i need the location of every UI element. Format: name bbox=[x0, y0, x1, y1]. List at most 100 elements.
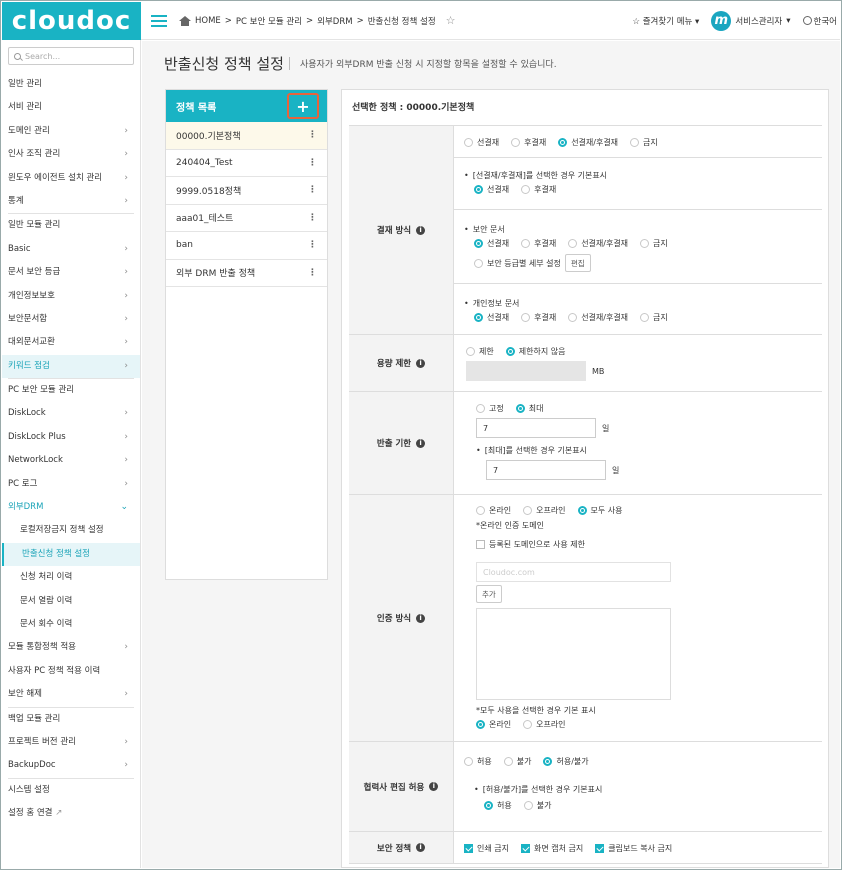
period-option[interactable]: 최대 bbox=[515, 403, 543, 414]
partner-option[interactable]: 불가 bbox=[503, 756, 531, 767]
secure-doc-option[interactable]: 후결재 bbox=[521, 238, 556, 249]
payment-default-option[interactable]: 선결재 bbox=[474, 184, 509, 195]
sidebar-item-doc-grade[interactable]: 문서 보안 등급 › bbox=[2, 261, 140, 284]
breadcrumb-pc-security[interactable]: PC 보안 모듈 관리 bbox=[236, 15, 302, 27]
sidebar-item-release[interactable]: 보안 해제 › bbox=[2, 683, 140, 706]
partner-default-option[interactable]: 불가 bbox=[523, 800, 551, 811]
more-icon[interactable]: ⋮ bbox=[308, 185, 317, 195]
privacy-doc-option[interactable]: 후결재 bbox=[521, 312, 556, 323]
sidebar-item-external-drm[interactable]: 외부DRM ⌄ bbox=[2, 496, 140, 519]
edit-button[interactable]: 편집 bbox=[564, 254, 591, 272]
info-icon[interactable]: i bbox=[416, 358, 426, 368]
favorite-star-icon[interactable]: ☆ bbox=[446, 14, 456, 27]
search-input[interactable]: Search... bbox=[8, 47, 134, 65]
sidebar-item-server[interactable]: 서비 관리 bbox=[2, 96, 140, 119]
partner-option[interactable]: 허용 bbox=[464, 756, 492, 767]
privacy-doc-option[interactable]: 선결재 bbox=[474, 312, 509, 323]
more-icon[interactable]: ⋮ bbox=[308, 158, 317, 168]
more-icon[interactable]: ⋮ bbox=[308, 240, 317, 250]
breadcrumb-external-drm[interactable]: 외부DRM bbox=[317, 15, 352, 27]
hamburger-menu-icon[interactable] bbox=[151, 14, 167, 27]
policy-item[interactable]: ban ⋮ bbox=[166, 232, 327, 260]
info-icon[interactable]: i bbox=[429, 782, 439, 791]
sidebar-item-agent[interactable]: 윈도우 에이전트 설치 관리 › bbox=[2, 167, 140, 190]
checkbox[interactable] bbox=[595, 843, 605, 853]
capture-block-option[interactable]: 화면 캡처 금지 bbox=[520, 843, 583, 854]
sidebar-subitem-local-save[interactable]: 로컬저장금지 정책 설정 bbox=[2, 519, 140, 542]
sidebar-item-basic[interactable]: Basic › bbox=[2, 238, 140, 261]
domain-check-row[interactable]: 등록된 도메인으로 사용 제한 bbox=[476, 537, 800, 551]
sidebar-item-disklock-plus[interactable]: DiskLock Plus › bbox=[2, 426, 140, 449]
period-input[interactable]: 7 bbox=[476, 418, 596, 438]
sidebar-item-org[interactable]: 인사 조직 관리 › bbox=[2, 143, 140, 166]
breadcrumb-home[interactable]: HOME bbox=[195, 16, 221, 26]
partner-default-option[interactable]: 허용 bbox=[484, 800, 512, 811]
sidebar-item-module-policy[interactable]: 모듈 통합정책 적용 › bbox=[2, 636, 140, 659]
policy-item[interactable]: 240404_Test ⋮ bbox=[166, 150, 327, 177]
home-icon[interactable] bbox=[179, 15, 191, 26]
capacity-option[interactable]: 제한하지 않음 bbox=[505, 346, 565, 357]
info-icon[interactable]: i bbox=[416, 438, 426, 448]
privacy-doc-option[interactable]: 금지 bbox=[640, 312, 668, 323]
domain-checkbox[interactable] bbox=[476, 539, 485, 549]
policy-item[interactable]: 외부 DRM 반출 정책 ⋮ bbox=[166, 260, 327, 287]
capacity-input[interactable] bbox=[466, 361, 586, 381]
info-icon[interactable]: i bbox=[416, 225, 426, 235]
domain-list[interactable] bbox=[476, 608, 671, 700]
sidebar-item-user-pc-history[interactable]: 사용자 PC 정책 적용 이력 bbox=[2, 660, 140, 683]
checkbox[interactable] bbox=[464, 843, 473, 853]
sidebar-subitem-view-history[interactable]: 문서 열람 이력 bbox=[2, 590, 140, 613]
payment-default-option[interactable]: 후결재 bbox=[521, 184, 556, 195]
sidebar-item-stats[interactable]: 통계 › bbox=[2, 190, 140, 213]
sidebar-subitem-recall-history[interactable]: 문서 회수 이력 bbox=[2, 613, 140, 636]
auth-default-option[interactable]: 오프라인 bbox=[523, 719, 566, 730]
sidebar-item-disklock[interactable]: DiskLock › bbox=[2, 402, 140, 425]
clipboard-block-option[interactable]: 클립보드 복사 금지 bbox=[595, 843, 672, 854]
sidebar-item-project-version[interactable]: 프로젝트 버전 관리 › bbox=[2, 731, 140, 754]
payment-option[interactable]: 금지 bbox=[630, 137, 658, 148]
payment-option[interactable]: 선결재/후결재 bbox=[558, 137, 618, 148]
sidebar-subitem-request-history[interactable]: 신청 처리 이력 bbox=[2, 566, 140, 589]
more-icon[interactable]: ⋮ bbox=[308, 268, 317, 278]
policy-item[interactable]: 00000.기본정책 ⋮ bbox=[166, 122, 327, 150]
policy-item[interactable]: aaa01_테스트 ⋮ bbox=[166, 205, 327, 232]
print-block-option[interactable]: 인쇄 금지 bbox=[464, 843, 509, 854]
secure-doc-option[interactable]: 금지 bbox=[640, 238, 668, 249]
add-domain-button[interactable]: 추가 bbox=[476, 585, 502, 603]
auth-option[interactable]: 온라인 bbox=[476, 505, 511, 516]
domain-input[interactable]: Cloudoc.com bbox=[476, 562, 671, 582]
period-option[interactable]: 고정 bbox=[476, 403, 504, 414]
sidebar-item-domain[interactable]: 도메인 관리 › bbox=[2, 120, 140, 143]
more-icon[interactable]: ⋮ bbox=[308, 213, 317, 223]
sidebar-item-networklock[interactable]: NetworkLock › bbox=[2, 449, 140, 472]
user-menu[interactable]: m 서비스관리자 ▾ bbox=[711, 10, 791, 31]
cloudoc-logo[interactable]: cloudoc bbox=[2, 2, 141, 40]
sidebar-item-settings-home[interactable]: 설정 홈 연결 ↗ bbox=[2, 802, 140, 825]
payment-option[interactable]: 선결재 bbox=[464, 137, 499, 148]
secure-doc-option[interactable]: 선결재 bbox=[474, 238, 509, 249]
secure-doc-option[interactable]: 선결재/후결재 bbox=[568, 238, 628, 249]
sidebar-item-backupdoc[interactable]: BackupDoc › bbox=[2, 754, 140, 777]
auth-option[interactable]: 모두 사용 bbox=[577, 505, 623, 516]
sidebar-item-keyword[interactable]: 키워드 점검 › bbox=[2, 354, 140, 379]
language-selector[interactable]: 한국어 bbox=[802, 15, 837, 27]
sidebar-item-privacy[interactable]: 개인정보보호 › bbox=[2, 285, 140, 308]
policy-item[interactable]: 9999.0518정책 ⋮ bbox=[166, 177, 327, 205]
add-policy-button[interactable]: + bbox=[287, 93, 319, 119]
info-icon[interactable]: i bbox=[416, 843, 426, 852]
privacy-doc-option[interactable]: 선결재/후결재 bbox=[568, 312, 628, 323]
partner-option[interactable]: 허용/불가 bbox=[543, 756, 589, 767]
sidebar-subitem-export-policy[interactable]: 반출신청 정책 설정 bbox=[2, 542, 140, 567]
checkbox[interactable] bbox=[520, 843, 530, 853]
more-icon[interactable]: ⋮ bbox=[308, 130, 317, 140]
period-default-input[interactable]: 7 bbox=[486, 460, 606, 480]
sidebar-item-exchange[interactable]: 대외문서교환 › bbox=[2, 331, 140, 354]
capacity-option[interactable]: 제한 bbox=[466, 346, 494, 357]
sidebar-item-secure-box[interactable]: 보안문서함 › bbox=[2, 308, 140, 331]
favorites-menu[interactable]: ☆ 즐겨찾기 메뉴 ▾ bbox=[632, 15, 699, 27]
auth-option[interactable]: 오프라인 bbox=[523, 505, 566, 516]
sidebar-item-pc-log[interactable]: PC 로그 › bbox=[2, 473, 140, 496]
info-icon[interactable]: i bbox=[416, 613, 426, 623]
auth-default-option[interactable]: 온라인 bbox=[476, 719, 511, 730]
payment-option[interactable]: 후결재 bbox=[511, 137, 546, 148]
